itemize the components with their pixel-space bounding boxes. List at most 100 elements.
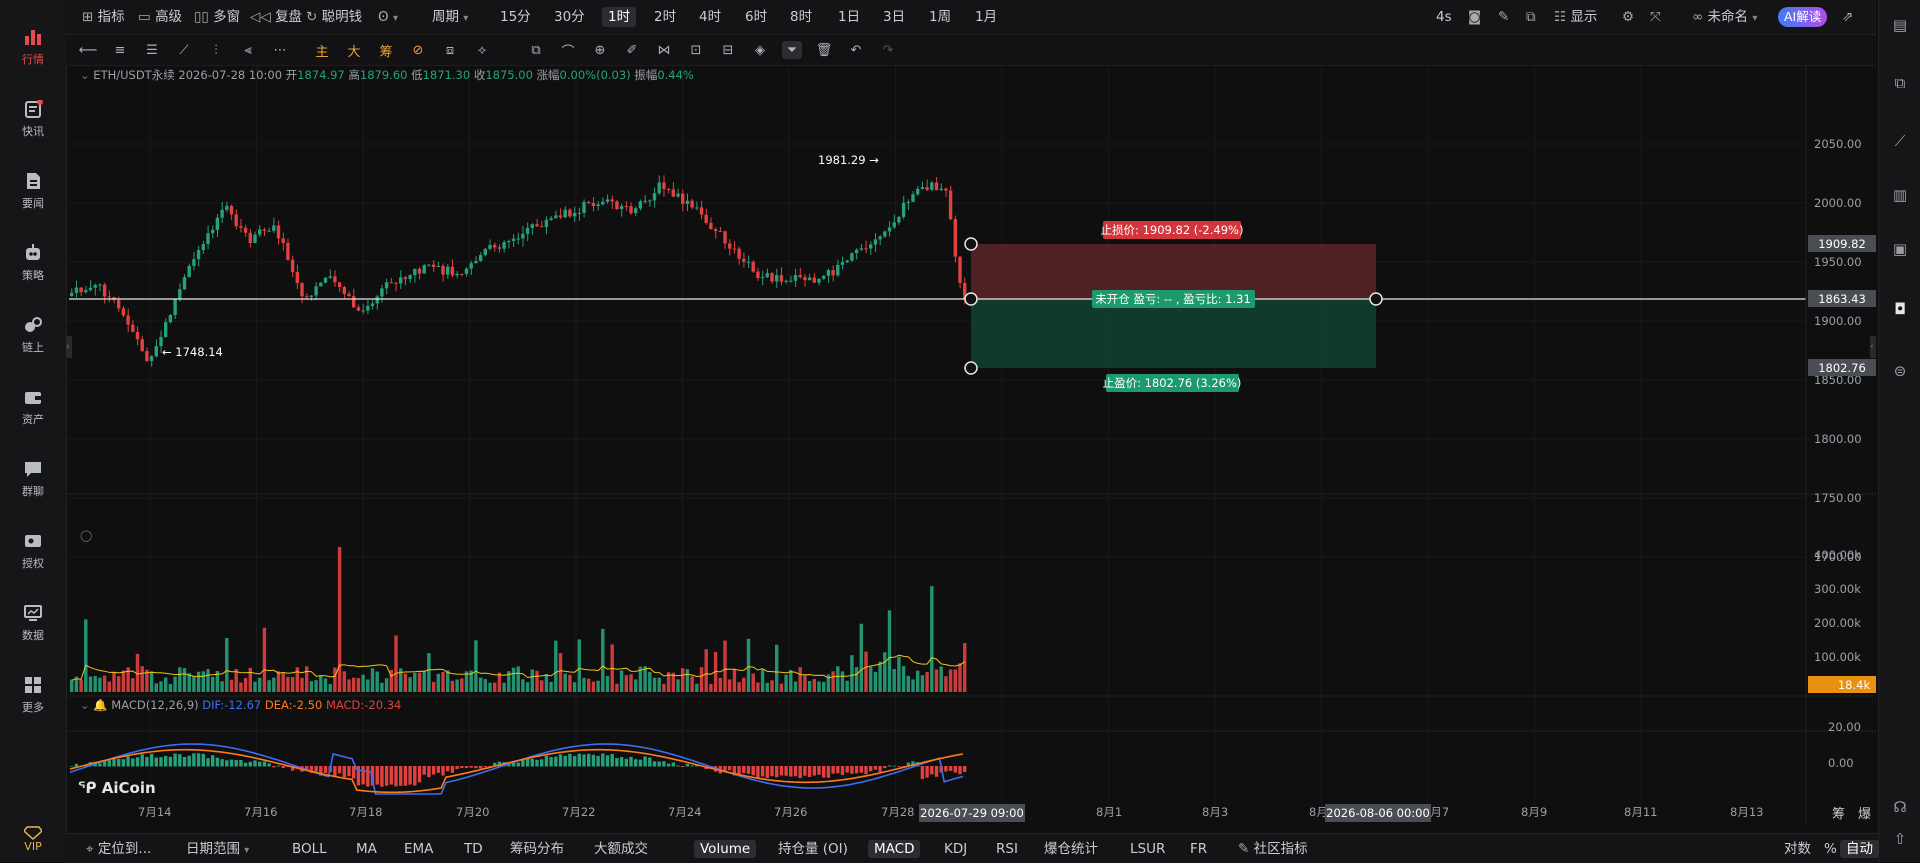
right-collapse-handle[interactable]: ‹: [1870, 336, 1876, 358]
sidebar-item-market[interactable]: 行情: [0, 18, 66, 76]
edit-drawing-icon[interactable]: ⊟: [718, 41, 738, 59]
hide-drawings-icon[interactable]: ◈: [750, 41, 770, 59]
measure-tool-icon[interactable]: ⧈: [440, 41, 460, 59]
liquidation-corner-button[interactable]: 爆: [1858, 807, 1871, 822]
trend-icon[interactable]: ⟋: [1889, 130, 1911, 152]
drag-handle[interactable]: [964, 237, 978, 251]
brush-icon[interactable]: ✐: [622, 41, 642, 59]
date-range-dropdown[interactable]: 日期范围 ▾: [186, 840, 249, 858]
magic-tool-icon[interactable]: ⟡: [472, 41, 492, 59]
filter-icon[interactable]: ⏷: [782, 41, 802, 59]
orderbook-icon[interactable]: ▤: [1889, 14, 1911, 36]
lock-icon[interactable]: ⊡: [686, 41, 706, 59]
sidebar-item-data[interactable]: 数据: [0, 594, 66, 652]
replay-button[interactable]: ◁◁ 复盘: [250, 7, 302, 27]
ai-interpret-button[interactable]: AI解读: [1778, 7, 1828, 27]
redo-icon[interactable]: ↷: [878, 41, 898, 59]
tf-1mo[interactable]: 1月: [975, 7, 997, 27]
indicator-tab-liquidations[interactable]: 爆仓统计: [1044, 840, 1098, 858]
settings-icon[interactable]: ⚙: [1622, 7, 1634, 27]
locate-button[interactable]: ⌖ 定位到...: [86, 840, 151, 858]
sidebar-item-headlines[interactable]: 要闻: [0, 162, 66, 220]
chips-tool-icon[interactable]: 筹: [376, 41, 396, 60]
main-chart-tool-icon[interactable]: 主: [312, 41, 332, 60]
vip-badge[interactable]: VIP: [0, 826, 66, 853]
volume-collapse-icon[interactable]: ◯: [80, 529, 92, 542]
depth-chart-icon[interactable]: ▥: [1889, 184, 1911, 206]
tf-6h[interactable]: 6时: [745, 7, 767, 27]
sidebar-item-flash[interactable]: 快讯: [0, 90, 66, 148]
sidebar-item-assets[interactable]: 资产: [0, 378, 66, 436]
log-scale-toggle[interactable]: 对数: [1784, 840, 1811, 858]
zoom-in-icon[interactable]: ⊕: [590, 41, 610, 59]
macd-axis[interactable]: 20.00 0.00: [1828, 720, 1861, 770]
sidebar-item-onchain[interactable]: 链上: [0, 306, 66, 364]
gann-tool-icon[interactable]: ⫷: [238, 41, 258, 59]
percent-scale-toggle[interactable]: %: [1824, 840, 1837, 858]
parallel-lines-tool-icon[interactable]: ≡: [110, 41, 130, 59]
indicator-tab-lsur[interactable]: LSUR: [1130, 840, 1165, 858]
exchange-icon[interactable]: ⊜: [1889, 360, 1911, 382]
trash-icon[interactable]: 🗑: [814, 41, 834, 59]
take-profit-zone[interactable]: [971, 299, 1376, 368]
tf-15m[interactable]: 15分: [500, 7, 531, 27]
sidebar-item-more[interactable]: 更多: [0, 666, 66, 724]
alert-bell-icon[interactable]: 🔔: [93, 698, 107, 712]
scroll-top-icon[interactable]: ⇧: [1889, 828, 1911, 850]
horizontal-line-tool-icon[interactable]: ⟵: [78, 41, 98, 59]
tf-3d[interactable]: 3日: [883, 7, 905, 27]
period-dropdown[interactable]: 周期 ▾: [432, 7, 468, 27]
tf-1w[interactable]: 1周: [929, 7, 951, 27]
tf-2h[interactable]: 2时: [654, 7, 676, 27]
tf-1d[interactable]: 1日: [838, 7, 860, 27]
indicator-tab-oi[interactable]: 持仓量 (OI): [778, 840, 848, 858]
indicator-tab-rsi[interactable]: RSI: [996, 840, 1018, 858]
collapse-icon[interactable]: ⌄: [80, 698, 90, 712]
big-order-tool-icon[interactable]: 大: [344, 41, 364, 60]
pencil-icon[interactable]: ✎: [1498, 7, 1509, 27]
smart-money-button[interactable]: ↻ 聪明钱: [306, 7, 362, 27]
price-axis[interactable]: 2050.00 2000.00 1950.00 1900.00 1850.00 …: [1814, 137, 1862, 564]
display-button[interactable]: ☷ 显示: [1554, 7, 1597, 27]
drag-handle[interactable]: [1369, 292, 1383, 306]
fib-tool-icon[interactable]: ⫶: [206, 41, 226, 59]
more-tools-icon[interactable]: ⋯: [270, 41, 290, 59]
indicator-tab-large-trades[interactable]: 大额成交: [594, 840, 648, 858]
sidebar-item-strategy[interactable]: 策略: [0, 234, 66, 292]
indicator-tab-td[interactable]: TD: [464, 840, 483, 858]
indicator-tab-kdj[interactable]: KDJ: [944, 840, 967, 858]
drag-handle[interactable]: [964, 292, 978, 306]
community-indicators-button[interactable]: ✎ 社区指标: [1238, 840, 1308, 858]
layout-name-dropdown[interactable]: ∞ 未命名 ▾: [1692, 7, 1757, 27]
copy-tool-icon[interactable]: ⧉: [526, 41, 546, 59]
indicator-tab-volume[interactable]: Volume: [694, 840, 757, 858]
etf-icon[interactable]: ▣: [1889, 238, 1911, 260]
bot-icon[interactable]: ◘: [1889, 298, 1911, 320]
indicator-tab-boll[interactable]: BOLL: [292, 840, 327, 858]
indicator-tab-chip-distribution[interactable]: 筹码分布: [510, 840, 564, 858]
tf-1h[interactable]: 1时: [602, 7, 637, 27]
popout-icon[interactable]: ⧉: [1526, 7, 1536, 27]
chart-area[interactable]: 止损价: 1909.82 (-2.49%) 未开仓 盈亏: -- , 盈亏比: …: [66, 66, 1876, 826]
tf-30m[interactable]: 30分: [554, 7, 585, 27]
snap-icon[interactable]: ⋈: [654, 41, 674, 59]
fullscreen-icon[interactable]: ⤧: [1650, 7, 1661, 27]
drag-handle[interactable]: [964, 361, 978, 375]
ruler-tool-icon[interactable]: ⊘: [408, 41, 428, 59]
indicator-tab-ma[interactable]: MA: [356, 840, 377, 858]
sidebar-item-authorize[interactable]: 授权: [0, 522, 66, 580]
trend-line-tool-icon[interactable]: ⟋: [174, 41, 194, 59]
advanced-button[interactable]: ▭ 高级: [138, 7, 182, 27]
chart-canvas[interactable]: 止损价: 1909.82 (-2.49%) 未开仓 盈亏: -- , 盈亏比: …: [66, 66, 1876, 826]
collapse-icon[interactable]: ⌄: [80, 68, 90, 82]
tf-4h[interactable]: 4时: [699, 7, 721, 27]
auto-scale-toggle[interactable]: 自动: [1840, 840, 1879, 858]
indicators-button[interactable]: ⊞ 指标: [82, 7, 125, 27]
indicator-tab-fr[interactable]: FR: [1190, 840, 1207, 858]
indicator-tab-ema[interactable]: EMA: [404, 840, 433, 858]
support-icon[interactable]: ☊: [1889, 796, 1911, 818]
ruler-measure-icon[interactable]: ⌒: [558, 41, 578, 60]
volume-axis[interactable]: 400.00k 300.00k 200.00k 100.00k: [1814, 548, 1861, 664]
tf-8h[interactable]: 8时: [790, 7, 812, 27]
window-icon[interactable]: ⧉: [1889, 72, 1911, 94]
